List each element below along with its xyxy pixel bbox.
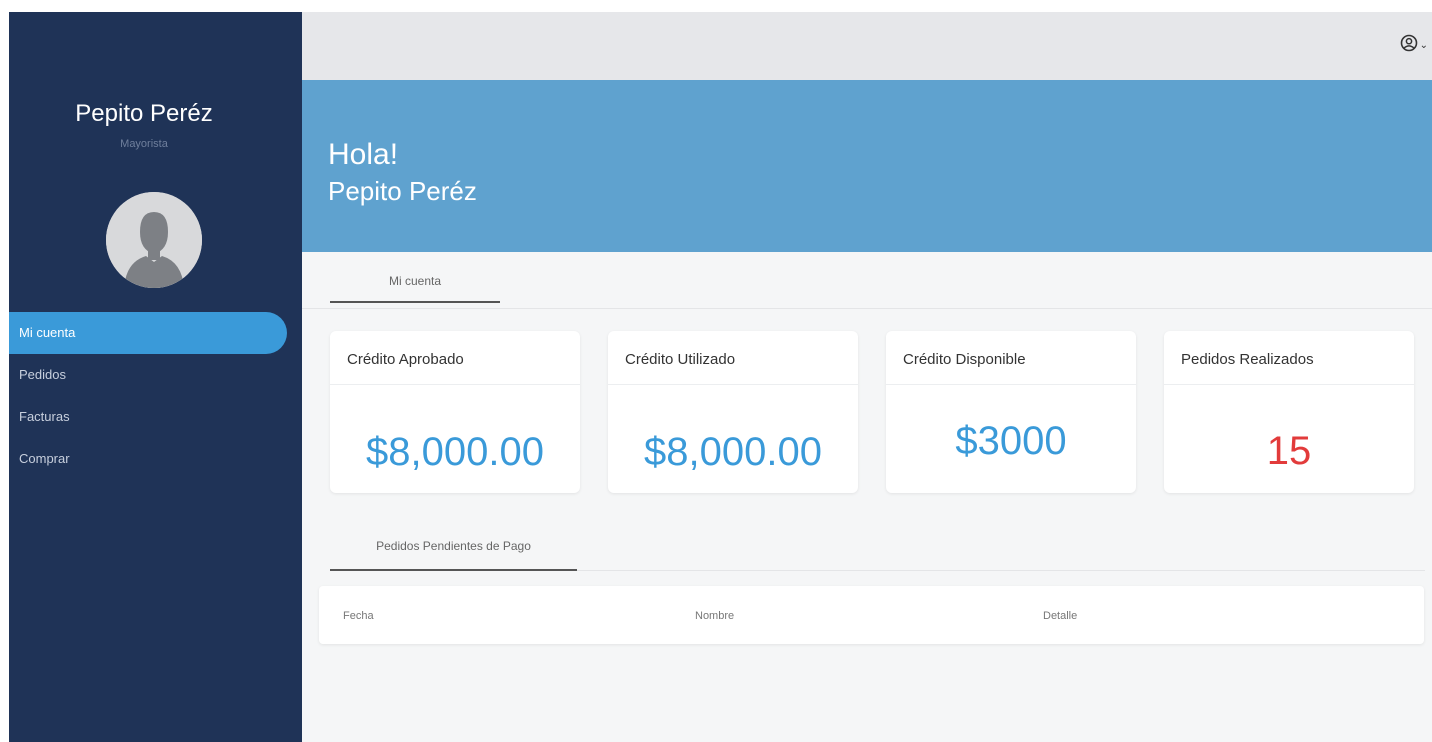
- card-credito-utilizado: Crédito Utilizado $8,000.00: [608, 331, 858, 493]
- pending-tab-bar: Pedidos Pendientes de Pago: [330, 518, 1425, 571]
- user-menu-button[interactable]: ⌄: [1400, 34, 1428, 57]
- card-pedidos-realizados: Pedidos Realizados 15: [1164, 331, 1414, 493]
- card-credito-aprobado: Crédito Aprobado $8,000.00: [330, 331, 580, 493]
- card-value: $8,000.00: [644, 430, 822, 474]
- main-content: ⌄ Hola! Pepito Peréz Mi cuenta Crédito A…: [302, 12, 1432, 742]
- card-title: Crédito Aprobado: [330, 331, 580, 385]
- app-window: Pepito Peréz Mayorista Mi cuenta Pedidos…: [9, 12, 1432, 742]
- card-value: 15: [1266, 429, 1312, 473]
- tab-pedidos-pendientes[interactable]: Pedidos Pendientes de Pago: [330, 518, 577, 571]
- greeting-user-name: Pepito Peréz: [328, 176, 477, 206]
- sidebar-item-mi-cuenta[interactable]: Mi cuenta: [9, 312, 287, 354]
- account-tab-bar: Mi cuenta: [302, 252, 1432, 309]
- card-value: $3000: [955, 419, 1067, 463]
- sidebar-nav: Mi cuenta Pedidos Facturas Comprar: [9, 312, 302, 480]
- card-title: Crédito Utilizado: [608, 331, 858, 385]
- welcome-banner: Hola! Pepito Peréz: [302, 80, 1432, 252]
- user-circle-icon: [1400, 34, 1418, 57]
- tab-mi-cuenta[interactable]: Mi cuenta: [330, 252, 500, 303]
- credit-cards-row: Crédito Aprobado $8,000.00 Crédito Utili…: [330, 331, 1414, 493]
- sidebar-user-name: Pepito Peréz: [75, 100, 213, 127]
- card-credito-disponible: Crédito Disponible $3000: [886, 331, 1136, 493]
- top-bar: ⌄: [302, 12, 1432, 80]
- sidebar-item-comprar[interactable]: Comprar: [9, 438, 302, 480]
- column-header-detalle[interactable]: Detalle: [1043, 586, 1077, 646]
- card-title: Crédito Disponible: [886, 331, 1136, 385]
- card-title: Pedidos Realizados: [1164, 331, 1414, 385]
- card-value: $8,000.00: [366, 430, 544, 474]
- pending-orders-table: Fecha Nombre Detalle: [319, 586, 1424, 644]
- user-avatar-icon: [106, 192, 202, 288]
- column-header-fecha[interactable]: Fecha: [343, 586, 374, 646]
- chevron-down-icon: ⌄: [1419, 40, 1428, 51]
- sidebar-user-role: Mayorista: [120, 138, 168, 150]
- sidebar-item-facturas[interactable]: Facturas: [9, 396, 302, 438]
- sidebar-item-pedidos[interactable]: Pedidos: [9, 354, 302, 396]
- column-header-nombre[interactable]: Nombre: [695, 586, 734, 646]
- greeting-text: Hola!: [328, 138, 399, 171]
- sidebar: Pepito Peréz Mayorista Mi cuenta Pedidos…: [9, 12, 302, 742]
